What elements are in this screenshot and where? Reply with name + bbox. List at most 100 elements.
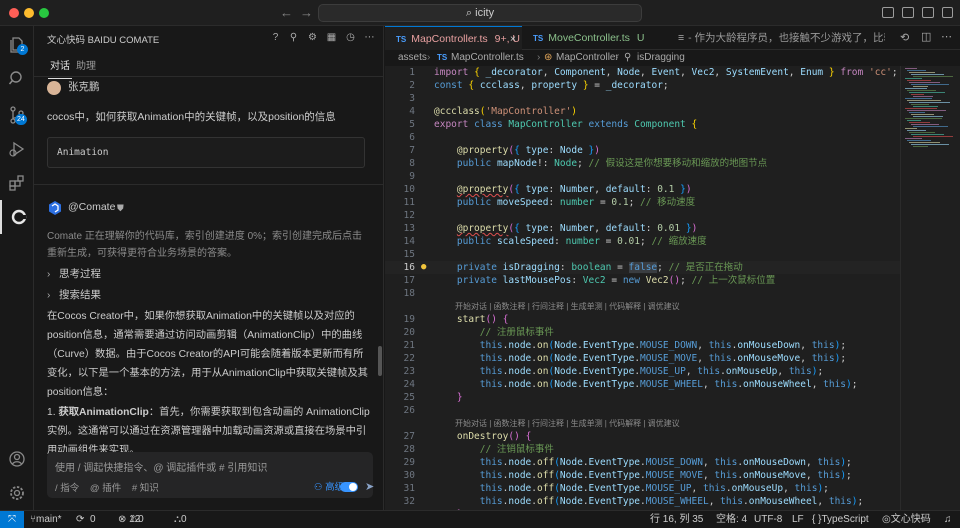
code-line: 22 this.node.on(Node.EventType.MOUSE_MOV… (385, 352, 900, 365)
history-icon[interactable]: ◷ (345, 32, 356, 43)
toggle-panel-icon[interactable] (902, 7, 914, 18)
codelens-row[interactable]: 开始对话 | 函数注释 | 行间注释 | 生成单测 | 代码解释 | 调优建议 (385, 300, 900, 313)
minimap[interactable] (900, 66, 960, 510)
line-number: 5 (409, 119, 415, 130)
remote-icon[interactable]: ⤧ (0, 511, 24, 528)
line-content: public moveSpeed: number = 0.1; // 移动速度 (456, 197, 696, 208)
settings-gear-icon[interactable] (0, 476, 34, 510)
class-symbol-icon: ⊛ (544, 52, 553, 63)
command-tool-button[interactable]: / 指令 (55, 483, 79, 494)
line-number: 32 (403, 496, 415, 507)
breadcrumb-folder[interactable]: assets (398, 50, 427, 66)
code-chip-text: Animation (57, 147, 109, 158)
minimap-line (909, 102, 950, 103)
tab-assistant[interactable]: 助理 (76, 57, 96, 72)
chat-scrollbar[interactable] (378, 346, 382, 376)
grid-icon[interactable]: ▦ (326, 32, 337, 43)
tab-untitled[interactable]: ≡- 作为大龄程序员，也接触不少游戏了，比较喜欢角 (667, 26, 885, 50)
thinking-expander[interactable]: › 思考过程 (47, 266, 101, 281)
run-debug-icon[interactable] (0, 132, 34, 166)
codelens-row[interactable]: 开始对话 | 函数注释 | 行间注释 | 生成单测 | 代码解释 | 调优建议 (385, 417, 900, 430)
code-line: 20 // 注册鼠标事件 (385, 326, 900, 339)
activity-bar: 2 24 (0, 26, 34, 510)
split-editor-icon[interactable]: ◫ (921, 30, 931, 43)
minimap-line (913, 86, 928, 87)
explorer-icon[interactable]: 2 (0, 28, 34, 62)
send-icon[interactable]: ➤ (365, 480, 374, 493)
line-content: this.node.on(Node.EventType.MOUSE_DOWN, … (479, 340, 847, 351)
line-number: 2 (409, 80, 415, 91)
plugin-tool-button[interactable]: @ 插件 (90, 483, 121, 494)
command-center-search[interactable]: ⌕ icity (318, 4, 642, 22)
comate-action-icon[interactable]: ⟲ (900, 31, 909, 44)
close-window-button[interactable] (9, 8, 19, 18)
line-number: 15 (403, 249, 415, 260)
knowledge-tool-button[interactable]: # 知识 (132, 483, 159, 494)
lightbulb-icon[interactable]: ● (421, 261, 426, 274)
notifications-bell-icon[interactable]: ♫ (944, 511, 952, 528)
toggle-sidebar-icon[interactable] (882, 7, 894, 18)
line-number: 19 (403, 314, 415, 325)
editor-tab-bar: TS MapController.ts 9+, U × TS MoveControl… (385, 26, 960, 50)
tab-mapcontroller[interactable]: TS MapController.ts 9+, U × (385, 26, 522, 50)
line-number: 29 (403, 457, 415, 468)
breadcrumb-file[interactable]: MapController.ts (451, 50, 524, 66)
sync-icon[interactable]: ⟳ (76, 511, 84, 528)
back-arrow-icon[interactable]: ← (280, 5, 293, 20)
line-content: @property({ type: Number, default: 0.01 … (456, 223, 698, 234)
line-number: 18 (403, 288, 415, 299)
advanced-mode-toggle[interactable] (340, 482, 358, 492)
search-results-expander[interactable]: › 搜索结果 (47, 287, 101, 302)
title-bar: ← → ⌕ icity (0, 0, 960, 26)
code-line: 2 const { ccclass, property } = _decorato… (385, 79, 900, 92)
search-icon[interactable] (0, 62, 34, 96)
breadcrumb-property[interactable]: isDragging (637, 50, 685, 66)
line-number: 6 (409, 132, 415, 143)
search-results-label: 搜索结果 (59, 289, 101, 301)
forward-arrow-icon[interactable]: → (300, 5, 313, 20)
toggle-secondary-sidebar-icon[interactable] (922, 7, 934, 18)
plugin-icon[interactable]: ⚙ (307, 32, 318, 43)
code-line: 21 this.node.on(Node.EventType.MOUSE_DOW… (385, 339, 900, 352)
line-content: start() { (456, 314, 509, 325)
branch-status[interactable]: ⑂ main* (30, 511, 62, 528)
minimize-window-button[interactable] (24, 8, 34, 18)
minimap-line (913, 146, 928, 147)
line-number: 7 (409, 145, 415, 156)
line-number: 11 (403, 197, 415, 208)
encoding[interactable]: UTF-8 (754, 511, 782, 528)
typescript-file-icon: TS (437, 53, 448, 62)
indentation[interactable]: 空格: 4 (716, 511, 747, 528)
breadcrumb-class[interactable]: MapController (556, 50, 619, 66)
minimap-line (909, 92, 945, 93)
comate-icon[interactable] (0, 200, 34, 234)
codelens-actions[interactable]: 开始对话 | 函数注释 | 行间注释 | 生成单测 | 代码解释 | 调优建议 (455, 417, 680, 430)
file-icon: ≡ (678, 32, 685, 44)
comate-status[interactable]: ◎ 文心快码 (882, 511, 931, 528)
help-icon[interactable]: ? (270, 32, 281, 43)
more-actions-icon[interactable]: ⋯ (941, 30, 952, 43)
chat-input[interactable]: 使用 / 调起快捷指令、@ 调起插件或 # 引用知识 / 指令 @ 插件 # 知… (47, 452, 374, 498)
tab-chat[interactable]: 对话 (48, 57, 72, 79)
more-icon[interactable]: ⋯ (364, 32, 375, 43)
code-line: 32 this.node.off(Node.EventType.MOUSE_WH… (385, 495, 900, 508)
maximize-window-button[interactable] (39, 8, 49, 18)
person-icon[interactable]: ⚲ (288, 32, 299, 43)
minimap-line (913, 76, 953, 77)
customize-layout-icon[interactable] (942, 7, 953, 18)
ports-status[interactable]: ⛬ 0 (174, 511, 187, 528)
cursor-position[interactable]: 行 16, 列 35 (650, 511, 703, 528)
code-editor[interactable]: 1 import { _decorator, Component, Node, E… (385, 66, 900, 510)
source-control-icon[interactable]: 24 (0, 98, 34, 132)
minimap-line (905, 88, 927, 89)
problems-status[interactable]: ⊗ 12 ⚠ 0 (118, 511, 144, 528)
minimap-line (905, 108, 937, 109)
extensions-icon[interactable] (0, 166, 34, 200)
language-mode[interactable]: { } TypeScript (812, 511, 869, 528)
account-icon[interactable] (0, 442, 34, 476)
codelens-actions[interactable]: 开始对话 | 函数注释 | 行间注释 | 生成单测 | 代码解释 | 调优建议 (455, 300, 680, 313)
tab-movecontroller[interactable]: TS MoveController.ts U (522, 26, 667, 50)
minimap-line (909, 122, 930, 123)
close-tab-icon[interactable]: × (510, 27, 516, 51)
end-of-line[interactable]: LF (792, 511, 804, 528)
